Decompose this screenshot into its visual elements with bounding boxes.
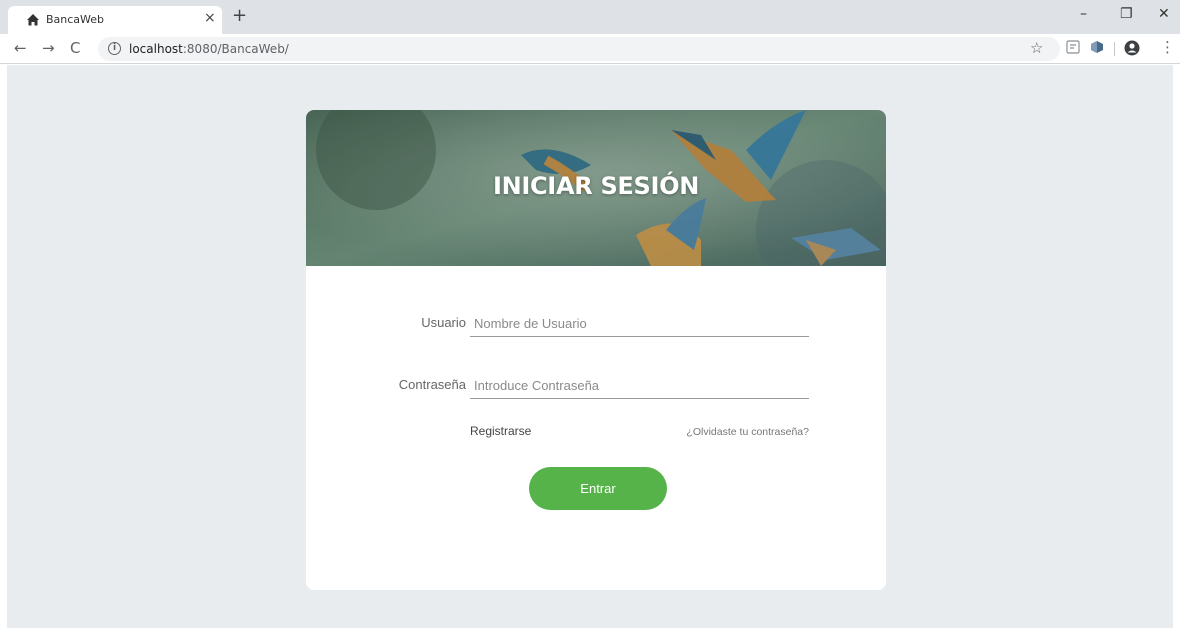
password-label: Contraseña: [398, 377, 466, 392]
forgot-password-link[interactable]: ¿Olvidaste tu contraseña?: [662, 426, 809, 438]
home-icon: [27, 14, 39, 26]
login-submit-button[interactable]: Entrar: [529, 467, 667, 510]
back-icon[interactable]: ←: [14, 39, 27, 57]
info-icon[interactable]: i: [108, 42, 121, 55]
profile-icon[interactable]: [1124, 40, 1140, 56]
header-banner: INICIAR SESIÓN: [306, 110, 886, 266]
address-bar[interactable]: i localhost:8080/BancaWeb/ ☆: [98, 37, 1060, 61]
login-title: INICIAR SESIÓN: [492, 172, 700, 200]
tab-title: BancaWeb: [46, 13, 105, 26]
url-text: localhost:8080/BancaWeb/: [129, 42, 289, 56]
forward-icon[interactable]: →: [42, 39, 55, 57]
minimize-button[interactable]: –: [1080, 6, 1087, 22]
browser-toolbar: ← → C i localhost:8080/BancaWeb/ ☆ ⋮: [0, 34, 1180, 64]
tab-close-icon[interactable]: ×: [204, 10, 216, 26]
username-input[interactable]: [470, 311, 809, 337]
browser-tab-bar: BancaWeb × + – ❐ ✕: [0, 0, 1180, 34]
login-card: INICIAR SESIÓN Usuario Contraseña Regist…: [306, 110, 886, 590]
browser-tab[interactable]: BancaWeb ×: [8, 6, 222, 34]
register-link[interactable]: Registrarse: [470, 424, 531, 438]
reload-icon[interactable]: C: [70, 39, 80, 57]
username-label: Usuario: [421, 315, 466, 330]
restore-button[interactable]: ❐: [1120, 6, 1133, 22]
new-tab-button[interactable]: +: [232, 7, 247, 25]
extension-icon[interactable]: [1066, 40, 1080, 54]
close-window-button[interactable]: ✕: [1158, 6, 1170, 22]
bookmark-star-icon[interactable]: ☆: [1030, 39, 1043, 57]
toolbar-divider: [1114, 42, 1115, 56]
menu-dots-icon[interactable]: ⋮: [1160, 38, 1175, 56]
page-viewport: INICIAR SESIÓN Usuario Contraseña Regist…: [7, 65, 1173, 628]
password-input[interactable]: [470, 373, 809, 399]
shield-extension-icon[interactable]: [1090, 40, 1104, 54]
